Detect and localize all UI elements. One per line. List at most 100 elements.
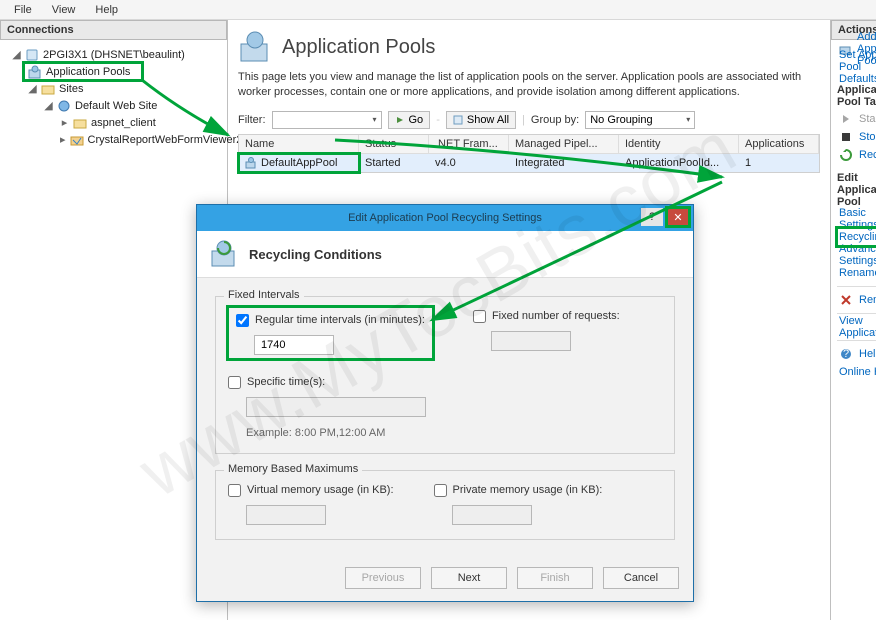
action-recycle[interactable]: Recycle... bbox=[837, 146, 876, 164]
dialog-help-button[interactable]: ? bbox=[641, 208, 663, 226]
action-remove[interactable]: Remove bbox=[837, 291, 876, 309]
regular-interval-checkbox[interactable] bbox=[236, 314, 249, 327]
col-net[interactable]: .NET Fram... bbox=[429, 135, 509, 154]
example-hint: Example: 8:00 PM,12:00 AM bbox=[246, 427, 662, 439]
col-identity[interactable]: Identity bbox=[619, 135, 739, 154]
regular-interval-input[interactable] bbox=[254, 335, 334, 355]
tree-app-pools-label: Application Pools bbox=[46, 66, 130, 78]
filter-combo[interactable]: ▾ bbox=[272, 111, 382, 129]
tree-default-site[interactable]: ◢ Default Web Site bbox=[4, 97, 223, 114]
show-all-button[interactable]: Show All bbox=[446, 111, 516, 129]
next-button[interactable]: Next bbox=[431, 567, 507, 589]
specific-times-checkbox[interactable] bbox=[228, 376, 241, 389]
col-name[interactable]: Name bbox=[239, 135, 359, 154]
cell-apps: 1 bbox=[739, 154, 819, 172]
tree-crystal-label: CrystalReportWebFormViewer2 bbox=[88, 134, 243, 146]
close-icon[interactable]: ✕ bbox=[667, 208, 689, 226]
finish-button: Finish bbox=[517, 567, 593, 589]
wizard-heading: Recycling Conditions bbox=[249, 247, 382, 262]
connections-title: Connections bbox=[0, 20, 227, 40]
svg-text:?: ? bbox=[843, 348, 849, 360]
app-pool-icon bbox=[245, 157, 257, 169]
fixed-requests-input bbox=[491, 331, 571, 351]
action-view-apps[interactable]: View Applications bbox=[837, 318, 876, 336]
cell-pipe: Integrated bbox=[509, 154, 619, 172]
col-apps[interactable]: Applications bbox=[739, 135, 819, 154]
dialog-titlebar[interactable]: Edit Application Pool Recycling Settings… bbox=[197, 205, 693, 231]
dialog-title: Edit Application Pool Recycling Settings bbox=[348, 212, 542, 224]
app-pool-large-icon bbox=[238, 30, 272, 64]
action-advanced[interactable]: Advanced Settings... bbox=[837, 246, 876, 264]
help-icon: ? bbox=[839, 347, 853, 361]
recycle-icon bbox=[839, 148, 853, 162]
menu-view[interactable]: View bbox=[42, 2, 86, 18]
group-by-label: Group by: bbox=[531, 114, 579, 126]
action-online-help[interactable]: Online Help bbox=[837, 363, 876, 381]
vmem-label: Virtual memory usage (in KB): bbox=[247, 484, 394, 496]
folder-icon bbox=[73, 116, 87, 130]
connections-panel: Connections ◢ 2PGI3X1 (DHSNET\beaulint) … bbox=[0, 20, 228, 620]
cell-identity: ApplicationPoolId... bbox=[619, 154, 739, 172]
action-defaults[interactable]: Set Application Pool Defaults... bbox=[837, 58, 876, 76]
go-button[interactable]: Go bbox=[388, 111, 431, 129]
filter-label: Filter: bbox=[238, 114, 266, 126]
tree-default-site-label: Default Web Site bbox=[75, 100, 157, 112]
pmem-check[interactable]: Private memory usage (in KB): bbox=[434, 481, 603, 499]
app-pool-icon bbox=[28, 65, 42, 79]
memory-max-group: Memory Based Maximums Virtual memory usa… bbox=[215, 470, 675, 540]
fixed-requests-check[interactable]: Fixed number of requests: bbox=[473, 307, 620, 325]
server-icon bbox=[25, 48, 39, 62]
cell-name: DefaultAppPool bbox=[261, 157, 337, 169]
regular-interval-check[interactable]: Regular time intervals (in minutes): bbox=[236, 311, 425, 329]
tree-server-node[interactable]: ◢ 2PGI3X1 (DHSNET\beaulint) bbox=[4, 46, 223, 63]
connections-tree[interactable]: ◢ 2PGI3X1 (DHSNET\beaulint) Application … bbox=[0, 40, 227, 620]
col-pipe[interactable]: Managed Pipel... bbox=[509, 135, 619, 154]
group-by-combo[interactable]: No Grouping▾ bbox=[585, 111, 695, 129]
menu-bar[interactable]: File View Help bbox=[0, 0, 876, 20]
globe-icon bbox=[57, 99, 71, 113]
action-stop[interactable]: Stop bbox=[837, 128, 876, 146]
page-description: This page lets you view and manage the l… bbox=[228, 70, 830, 108]
wizard-icon bbox=[209, 239, 239, 269]
remove-icon bbox=[839, 293, 853, 307]
action-start: Start bbox=[837, 110, 876, 128]
action-rename[interactable]: Rename bbox=[837, 264, 876, 282]
menu-file[interactable]: File bbox=[4, 2, 42, 18]
cell-net: v4.0 bbox=[429, 154, 509, 172]
action-help[interactable]: ?Help bbox=[837, 345, 876, 363]
fixed-intervals-group: Fixed Intervals Regular time intervals (… bbox=[215, 296, 675, 454]
previous-button: Previous bbox=[345, 567, 421, 589]
specific-times-input bbox=[246, 397, 426, 417]
tree-server-label: 2PGI3X1 (DHSNET\beaulint) bbox=[43, 49, 185, 61]
folder-icon bbox=[41, 82, 55, 96]
tasks-header: Application Pool Tasks bbox=[837, 84, 876, 108]
vmem-check[interactable]: Virtual memory usage (in KB): bbox=[228, 481, 394, 499]
cell-status: Started bbox=[359, 154, 429, 172]
vmem-input bbox=[246, 505, 326, 525]
vmem-checkbox[interactable] bbox=[228, 484, 241, 497]
action-basic[interactable]: Basic Settings... bbox=[837, 210, 876, 228]
tree-sites[interactable]: ◢ Sites bbox=[4, 80, 223, 97]
memory-max-legend: Memory Based Maximums bbox=[224, 463, 362, 475]
menu-help[interactable]: Help bbox=[85, 2, 128, 18]
col-status[interactable]: Status bbox=[359, 135, 429, 154]
play-icon bbox=[839, 112, 853, 126]
tree-aspnet[interactable]: ▸ aspnet_client bbox=[4, 114, 223, 131]
stop-icon bbox=[839, 130, 853, 144]
app-pool-grid[interactable]: Name Status .NET Fram... Managed Pipel..… bbox=[238, 134, 820, 173]
specific-times-label: Specific time(s): bbox=[247, 376, 325, 388]
fixed-requests-checkbox[interactable] bbox=[473, 310, 486, 323]
cancel-button[interactable]: Cancel bbox=[603, 567, 679, 589]
tree-crystal[interactable]: ▸ CrystalReportWebFormViewer2 bbox=[4, 131, 223, 148]
table-row[interactable]: DefaultAppPool Started v4.0 Integrated A… bbox=[239, 154, 819, 172]
tree-app-pools[interactable]: Application Pools bbox=[24, 63, 142, 80]
regular-interval-label: Regular time intervals (in minutes): bbox=[255, 314, 425, 326]
fixed-intervals-legend: Fixed Intervals bbox=[224, 289, 304, 301]
edit-header: Edit Application Pool bbox=[837, 172, 876, 208]
specific-times-check[interactable]: Specific time(s): bbox=[228, 373, 662, 391]
grid-header[interactable]: Name Status .NET Fram... Managed Pipel..… bbox=[239, 135, 819, 154]
pmem-checkbox[interactable] bbox=[434, 484, 447, 497]
grid-toolbar: Filter: ▾ Go - Show All | Group by: No G… bbox=[228, 108, 830, 132]
tree-sites-label: Sites bbox=[59, 83, 83, 95]
pmem-input bbox=[452, 505, 532, 525]
